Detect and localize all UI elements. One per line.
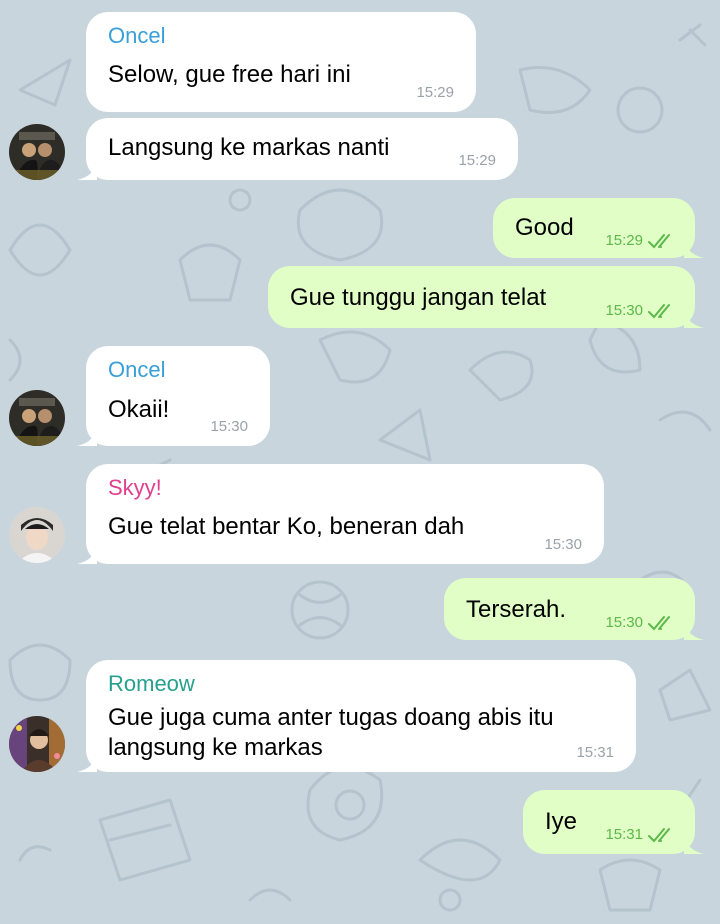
message-text: Iye xyxy=(545,808,578,835)
bubble-tail xyxy=(77,752,97,772)
bubble-tail xyxy=(684,308,704,328)
sender-name[interactable]: Skyy! xyxy=(108,474,162,502)
message-time: 15:30 xyxy=(605,614,643,631)
bubble-tail xyxy=(684,834,704,854)
sender-name[interactable]: Oncel xyxy=(108,356,165,384)
message-text: Good xyxy=(515,214,574,241)
message-time: 15:30 xyxy=(210,418,248,435)
message-bubble[interactable]: Skyy! Gue telat bentar Ko, beneran dah 1… xyxy=(77,464,604,564)
avatar-oncel[interactable] xyxy=(9,124,65,180)
message-text: Gue tunggu jangan telat xyxy=(290,284,547,311)
bubble-tail xyxy=(684,620,704,640)
bubble-tail xyxy=(77,426,97,446)
message-bubble[interactable]: Iye 15:31 xyxy=(523,790,704,854)
message-text: Terserah. xyxy=(466,596,567,623)
message-bubble[interactable]: Langsung ke markas nanti 15:29 xyxy=(77,118,518,180)
message-time: 15:31 xyxy=(576,744,614,761)
message-bubble[interactable]: Good 15:29 xyxy=(493,198,704,258)
message-text: langsung ke markas xyxy=(108,734,323,761)
double-check-icon xyxy=(648,616,670,631)
message-text: Okaii! xyxy=(108,396,170,423)
message-text: Langsung ke markas nanti xyxy=(108,134,390,161)
message-text: Selow, gue free hari ini xyxy=(108,61,351,88)
message-time: 15:30 xyxy=(605,302,643,319)
double-check-icon xyxy=(648,304,670,319)
message-time: 15:30 xyxy=(544,536,582,553)
message-text: Gue juga cuma anter tugas doang abis itu xyxy=(108,704,554,731)
avatar-skyy[interactable] xyxy=(9,507,65,563)
double-check-icon xyxy=(648,828,670,843)
message-bubble[interactable]: Oncel Selow, gue free hari ini 15:29 xyxy=(86,12,476,112)
bubble-tail xyxy=(77,544,97,564)
bubble-tail xyxy=(77,160,97,180)
sender-name[interactable]: Romeow xyxy=(108,670,195,698)
message-bubble[interactable]: Gue tunggu jangan telat 15:30 xyxy=(268,266,704,328)
avatar-romeow[interactable] xyxy=(9,716,65,772)
message-bubble[interactable]: Romeow Gue juga cuma anter tugas doang a… xyxy=(77,660,636,772)
avatar-oncel[interactable] xyxy=(9,390,65,446)
message-time: 15:29 xyxy=(605,232,643,249)
message-time: 15:29 xyxy=(458,152,496,169)
message-time: 15:29 xyxy=(416,84,454,101)
double-check-icon xyxy=(648,234,670,249)
message-bubble[interactable]: Oncel Okaii! 15:30 xyxy=(77,346,270,446)
message-text: Gue telat bentar Ko, beneran dah xyxy=(108,513,465,540)
sender-name[interactable]: Oncel xyxy=(108,22,165,50)
message-bubble[interactable]: Terserah. 15:30 xyxy=(444,578,704,640)
bubble-tail xyxy=(684,238,704,258)
message-time: 15:31 xyxy=(605,826,643,843)
